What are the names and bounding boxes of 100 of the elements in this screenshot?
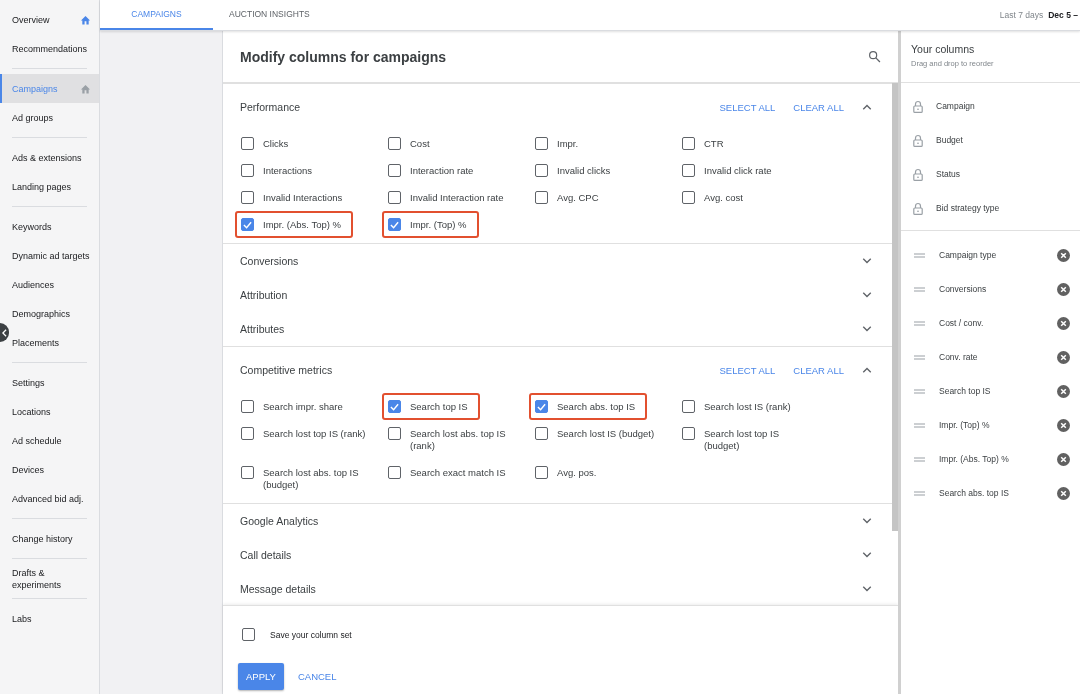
drag-handle-icon[interactable]: [914, 354, 925, 360]
checkbox[interactable]: [241, 466, 254, 479]
checkbox[interactable]: [682, 191, 695, 204]
drag-handle-icon[interactable]: [914, 252, 925, 258]
checkbox[interactable]: [388, 427, 401, 440]
checkbox[interactable]: [241, 400, 254, 413]
remove-icon[interactable]: [1057, 486, 1070, 500]
sidebar-item[interactable]: Locations: [10, 397, 99, 426]
clear-all-link[interactable]: CLEAR ALL: [793, 101, 844, 113]
sidebar-item[interactable]: Labs: [10, 604, 99, 633]
remove-icon[interactable]: [1057, 452, 1070, 466]
apply-button[interactable]: APPLY: [238, 663, 284, 690]
sidebar-item[interactable]: Devices: [10, 455, 99, 484]
checkbox[interactable]: [682, 164, 695, 177]
chevron-down-icon[interactable]: [862, 518, 872, 524]
section-title[interactable]: Attributes: [240, 323, 862, 335]
checkbox[interactable]: [388, 400, 401, 413]
sidebar-item[interactable]: Recommendations: [10, 34, 99, 63]
chevron-down-icon[interactable]: [862, 586, 872, 592]
section-title[interactable]: Conversions: [240, 255, 862, 267]
drag-handle-icon[interactable]: [914, 422, 925, 428]
sidebar-item[interactable]: Overview: [10, 5, 99, 34]
option-label: Search lost IS (budget): [557, 427, 655, 440]
sidebar-item[interactable]: Change history: [10, 524, 99, 553]
checkbox[interactable]: [388, 137, 401, 150]
remove-icon[interactable]: [1057, 282, 1070, 296]
remove-icon[interactable]: [1057, 316, 1070, 330]
column-name: Campaign type: [939, 250, 997, 260]
chevron-down-icon[interactable]: [862, 258, 872, 264]
checkbox[interactable]: [535, 191, 548, 204]
checkbox[interactable]: [241, 218, 254, 231]
collapse-handle[interactable]: [0, 323, 9, 342]
remove-icon[interactable]: [1057, 248, 1070, 262]
checkbox[interactable]: [242, 628, 255, 641]
checkbox[interactable]: [682, 400, 695, 413]
drag-handle-icon[interactable]: [914, 490, 925, 496]
sidebar-item[interactable]: Audiences: [10, 270, 99, 299]
sidebar-item[interactable]: Landing pages: [10, 172, 99, 201]
column-name: Impr. (Abs. Top) %: [939, 454, 1009, 464]
chevron-down-icon[interactable]: [862, 326, 872, 332]
drag-handle-icon[interactable]: [914, 320, 925, 326]
scrollbar[interactable]: [892, 83, 898, 531]
remove-icon[interactable]: [1057, 384, 1070, 398]
sidebar-item[interactable]: Settings: [10, 368, 99, 397]
checkmark-icon: [537, 402, 546, 411]
select-all-link[interactable]: SELECT ALL: [719, 364, 776, 376]
sidebar-item[interactable]: Placements: [10, 328, 99, 357]
checkbox[interactable]: [535, 466, 548, 479]
sidebar-item[interactable]: Ads & extensions: [10, 143, 99, 172]
section-title[interactable]: Performance: [240, 101, 720, 113]
option-label: Search impr. share: [263, 400, 343, 413]
section-title[interactable]: Google Analytics: [240, 515, 862, 527]
lock-icon: [913, 201, 923, 215]
section-title[interactable]: Call details: [240, 549, 862, 561]
column-name: Conv. rate: [939, 352, 978, 362]
sidebar-item[interactable]: Ad groups: [10, 103, 99, 132]
checkbox[interactable]: [535, 427, 548, 440]
sidebar-item[interactable]: Drafts & experiments: [10, 564, 99, 593]
chevron-up-icon[interactable]: [862, 104, 872, 110]
checkbox[interactable]: [682, 427, 695, 440]
clear-all-link[interactable]: CLEAR ALL: [793, 364, 844, 376]
drag-handle-icon[interactable]: [914, 456, 925, 462]
sidebar-item[interactable]: Advanced bid adj.: [10, 484, 99, 513]
checkbox[interactable]: [241, 137, 254, 150]
checkbox[interactable]: [388, 164, 401, 177]
lock-icon: [913, 167, 923, 181]
checkbox[interactable]: [241, 191, 254, 204]
section-title[interactable]: Attribution: [240, 289, 862, 301]
checkbox[interactable]: [535, 137, 548, 150]
section-title[interactable]: Competitive metrics: [240, 364, 720, 376]
checkbox[interactable]: [682, 137, 695, 150]
column-name: Status: [936, 169, 961, 179]
section-title[interactable]: Message details: [240, 583, 862, 595]
checkbox[interactable]: [535, 164, 548, 177]
option-label: Impr. (Top) %: [410, 218, 467, 231]
date-range-value[interactable]: Dec 5 –: [1048, 10, 1078, 20]
column-name: Impr. (Top) %: [939, 420, 990, 430]
checkbox[interactable]: [388, 466, 401, 479]
checkbox[interactable]: [535, 400, 548, 413]
drag-handle-icon[interactable]: [914, 388, 925, 394]
drag-handle-icon[interactable]: [914, 286, 925, 292]
sidebar-item[interactable]: Dynamic ad targets: [10, 241, 99, 270]
remove-icon[interactable]: [1057, 418, 1070, 432]
select-all-link[interactable]: SELECT ALL: [719, 101, 776, 113]
option-label: Search exact match IS: [410, 466, 506, 479]
checkbox[interactable]: [388, 191, 401, 204]
chevron-down-icon[interactable]: [862, 292, 872, 298]
sidebar-item[interactable]: Keywords: [10, 212, 99, 241]
checkbox[interactable]: [241, 164, 254, 177]
checkbox[interactable]: [241, 427, 254, 440]
cancel-button[interactable]: CANCEL: [293, 663, 341, 690]
option-label: Avg. CPC: [557, 191, 599, 204]
tab[interactable]: AUCTION INSIGHTS: [213, 0, 326, 30]
chevron-down-icon[interactable]: [862, 552, 872, 558]
chevron-up-icon[interactable]: [862, 367, 872, 373]
search-icon[interactable]: [868, 50, 881, 63]
remove-icon[interactable]: [1057, 350, 1070, 364]
sidebar-item[interactable]: Demographics: [10, 299, 99, 328]
sidebar-item[interactable]: Ad schedule: [10, 426, 99, 455]
checkbox[interactable]: [388, 218, 401, 231]
